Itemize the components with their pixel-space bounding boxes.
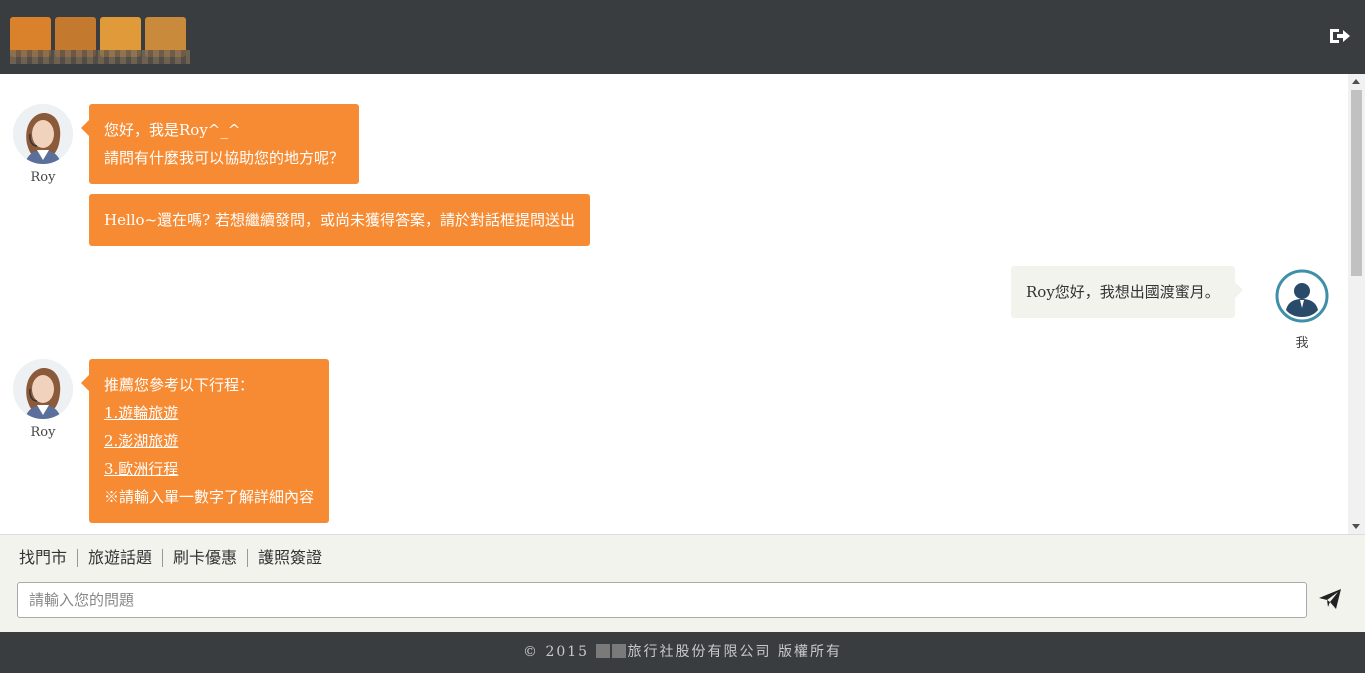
agent-avatar bbox=[13, 359, 73, 419]
message-input[interactable] bbox=[17, 582, 1307, 618]
message-line: 請問有什麼我可以協助您的地方呢？ bbox=[104, 149, 345, 167]
message-line: Hello~還在嗎? 若想繼續發問，或尚未獲得答案，請於對話框提問送出 bbox=[104, 211, 575, 229]
top-header bbox=[0, 0, 1365, 74]
agent-avatar bbox=[13, 104, 73, 164]
company-mark-icon bbox=[595, 644, 610, 658]
quick-link-card-offers[interactable]: 刷卡優惠 bbox=[162, 549, 247, 567]
quick-link-passport-visa[interactable]: 護照簽證 bbox=[247, 549, 332, 567]
itinerary-link-cruise[interactable]: 1.遊輪旅遊 bbox=[104, 399, 314, 427]
copyright-prefix: © 2015 bbox=[523, 644, 590, 660]
copyright-text: 旅行社股份有限公司 版權所有 bbox=[627, 644, 842, 660]
agent-message-bubble: 您好，我是Roy^_^ 請問有什麼我可以協助您的地方呢？ bbox=[80, 104, 360, 184]
message-note: ※請輸入單一數字了解詳細內容 bbox=[104, 488, 315, 506]
agent-avatar-group: Roy bbox=[13, 104, 73, 185]
itinerary-link-europe[interactable]: 3.歐洲行程 bbox=[104, 455, 314, 483]
agent-avatar-group: Roy bbox=[13, 359, 73, 440]
message-line: 推薦您參考以下行程： bbox=[104, 376, 255, 394]
chat-history: Roy 您好，我是Roy^_^ 請問有什麼我可以協助您的地方呢？ Hello~還… bbox=[0, 74, 1365, 534]
agent-name-label: Roy bbox=[30, 170, 56, 185]
agent-message-bubble: 推薦您參考以下行程： 1.遊輪旅遊 2.澎湖旅遊 3.歐洲行程 ※請輸入單一數字… bbox=[80, 359, 330, 523]
agent-message-bubble: Hello~還在嗎? 若想繼續發問，或尚未獲得答案，請於對話框提問送出 bbox=[89, 194, 590, 246]
chat-scrollbar[interactable] bbox=[1348, 74, 1365, 534]
user-avatar-icon bbox=[1275, 269, 1329, 323]
footer: © 2015 旅行社股份有限公司 版權所有 bbox=[0, 632, 1365, 673]
paper-plane-icon[interactable] bbox=[1318, 587, 1342, 611]
logo-subtitle bbox=[10, 50, 190, 64]
sign-out-icon[interactable] bbox=[1327, 24, 1351, 48]
itinerary-link-penghu[interactable]: 2.澎湖旅遊 bbox=[104, 427, 314, 455]
scroll-down-arrow-icon[interactable] bbox=[1352, 524, 1360, 529]
message-line: Roy您好，我想出國渡蜜月。 bbox=[1026, 283, 1220, 301]
user-message-bubble: Roy您好，我想出國渡蜜月。 bbox=[1011, 266, 1243, 318]
message-line: 您好，我是Roy^_^ bbox=[104, 121, 241, 139]
agent-name-label: Roy bbox=[30, 425, 56, 440]
scroll-thumb[interactable] bbox=[1351, 90, 1362, 276]
quick-link-store-finder[interactable]: 找門市 bbox=[19, 549, 77, 567]
user-name-label: 我 bbox=[1295, 336, 1309, 351]
scroll-up-arrow-icon[interactable] bbox=[1352, 79, 1360, 84]
quick-link-travel-topics[interactable]: 旅遊話題 bbox=[77, 549, 162, 567]
quick-links: 找門市 旅遊話題 刷卡優惠 護照簽證 bbox=[19, 549, 332, 567]
message-composer: 找門市 旅遊話題 刷卡優惠 護照簽證 bbox=[0, 534, 1365, 632]
user-avatar-group: 我 bbox=[1272, 266, 1332, 351]
company-mark-icon bbox=[611, 644, 626, 658]
